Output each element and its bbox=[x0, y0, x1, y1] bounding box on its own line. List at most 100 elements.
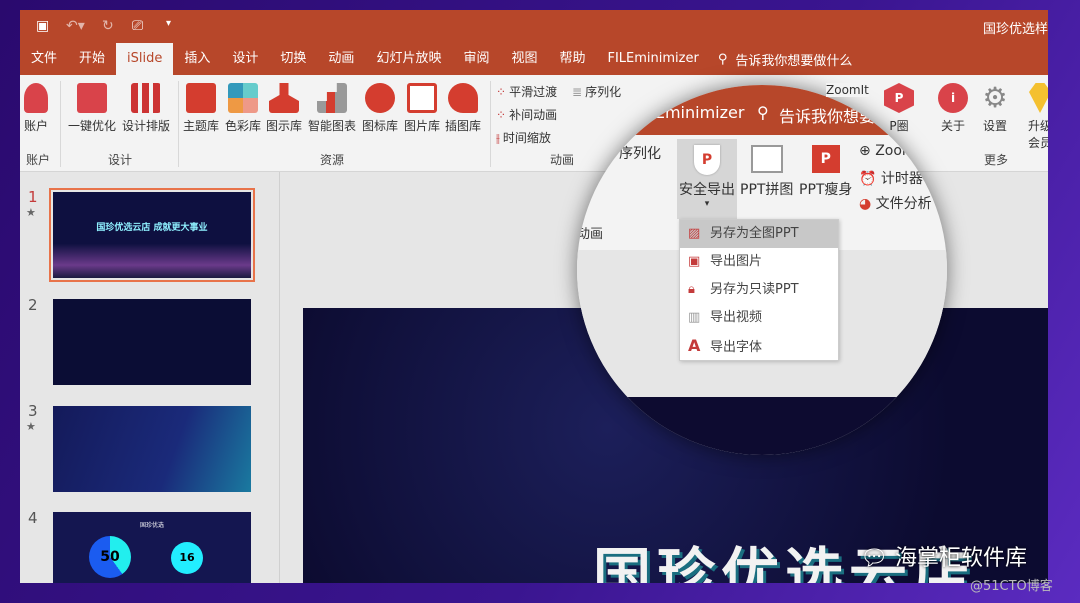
save-icon[interactable]: ▣ bbox=[36, 18, 49, 34]
label: 一键优化 bbox=[68, 119, 117, 133]
compress-icon: P bbox=[811, 145, 840, 173]
menu-item-save-as-image-ppt[interactable]: ▨ 另存为全图PPT bbox=[680, 220, 838, 248]
smart-chart-button[interactable]: 智能图表 bbox=[308, 83, 356, 134]
tween-animation-button[interactable]: ⁘ 补间动画 bbox=[496, 106, 557, 123]
group-animation: 动画 bbox=[550, 153, 575, 167]
label: 插图库 bbox=[445, 119, 482, 133]
group-design: 设计 bbox=[108, 153, 133, 167]
tab-view[interactable]: 视图 bbox=[500, 43, 548, 75]
settings-button[interactable]: ⚙ 设置 bbox=[980, 83, 1010, 134]
timer-button[interactable]: ⏰ 计时器 bbox=[859, 168, 923, 188]
search-icon: ⚲ bbox=[717, 51, 728, 67]
one-click-optimize-button[interactable]: 一键优化 bbox=[68, 83, 116, 134]
slide-number: 3 bbox=[28, 402, 38, 420]
tab-animations[interactable]: 动画 bbox=[317, 43, 365, 75]
film-icon: ▥ bbox=[688, 310, 701, 325]
diamond-icon bbox=[1029, 83, 1048, 113]
diagram-library-button[interactable]: 图示库 bbox=[266, 83, 302, 134]
palette-icon bbox=[228, 83, 258, 113]
stat-circle: 16 bbox=[171, 542, 203, 574]
zoom-button[interactable]: ⊕ Zoom bbox=[859, 143, 916, 159]
search-icon: ⚲ bbox=[757, 103, 769, 122]
ppt-slim-button[interactable]: P PPT瘦身 bbox=[799, 145, 852, 199]
wechat-icon: 💬︎ bbox=[860, 546, 895, 571]
magnified-tab-bar: FILEminimizer ⚲ 告诉我你想要做 bbox=[577, 85, 947, 135]
zoom-icon: ⊕ bbox=[859, 143, 876, 159]
tab-file[interactable]: 文件 bbox=[20, 43, 68, 75]
illustration-library-button[interactable]: 插图库 bbox=[445, 83, 481, 134]
slide-thumbnail-3[interactable] bbox=[53, 406, 251, 492]
group-resources: 资源 bbox=[320, 153, 345, 167]
account-button[interactable]: 账户 bbox=[24, 83, 48, 134]
menu-item-save-read-only[interactable]: 🔒︎ 另存为只读PPT bbox=[680, 276, 838, 304]
tab-home[interactable]: 开始 bbox=[68, 43, 116, 75]
tab-fileminimizer[interactable]: FILEminimizer bbox=[597, 43, 710, 75]
label: 设置 bbox=[982, 119, 1007, 133]
slide-number: 2 bbox=[28, 296, 38, 314]
slide-background bbox=[577, 397, 947, 455]
tell-me-input[interactable]: 告诉我你想要做 bbox=[779, 103, 891, 127]
slide-thumbnail-2[interactable] bbox=[53, 299, 251, 385]
magnifier-callout: FILEminimizer ⚲ 告诉我你想要做 序列化 动画 P 安全导出 ▾ P… bbox=[577, 85, 947, 455]
safe-export-button[interactable]: P 安全导出 ▾ bbox=[677, 139, 737, 219]
menu-item-export-fonts[interactable]: A 导出字体 bbox=[680, 332, 838, 360]
divider bbox=[60, 81, 61, 167]
serialize-button[interactable]: 序列化 bbox=[619, 143, 661, 163]
redo-icon[interactable]: ↻ bbox=[102, 18, 114, 34]
label: 智能图表 bbox=[308, 119, 357, 133]
label: 补间动画 bbox=[509, 108, 558, 122]
ribbon-tabs: 文件 开始 iSlide 插入 设计 切换 动画 幻灯片放映 审阅 视图 帮助 … bbox=[20, 43, 1048, 75]
tab-slideshow[interactable]: 幻灯片放映 bbox=[365, 43, 452, 75]
file-analysis-button[interactable]: ◕ 文件分析 bbox=[859, 193, 932, 213]
tween-icon: ⁘ bbox=[496, 108, 507, 122]
lock-icon: 🔒︎ bbox=[688, 282, 695, 297]
zoomit-button[interactable]: ZoomIt bbox=[826, 83, 869, 97]
label: 图片库 bbox=[404, 119, 441, 133]
picture-library-button[interactable]: 图片库 bbox=[404, 83, 440, 134]
tab-design[interactable]: 设计 bbox=[221, 43, 269, 75]
smooth-transition-button[interactable]: ⁘ 平滑过渡 bbox=[496, 83, 557, 100]
time-scale-icon: ⫲ bbox=[496, 131, 500, 145]
tab-review[interactable]: 审阅 bbox=[452, 43, 500, 75]
shield-icon: P bbox=[694, 145, 720, 175]
menu-item-export-images[interactable]: ▣ 导出图片 bbox=[680, 248, 838, 276]
design-layout-button[interactable]: 设计排版 bbox=[122, 83, 170, 134]
slide-thumbnail-panel[interactable]: 1 ★ 国珍优选云店 成就更大事业 2 3 ★ 4 国珍优选 50 16 bbox=[20, 172, 280, 583]
picture-icon bbox=[407, 83, 437, 113]
slide-thumbnail-1[interactable]: 国珍优选云店 成就更大事业 bbox=[49, 188, 255, 282]
tab-insert[interactable]: 插入 bbox=[173, 43, 221, 75]
slide-number: 1 bbox=[28, 188, 38, 206]
ppt-collage-button[interactable]: PPT拼图 bbox=[740, 145, 793, 199]
label: PPT拼图 bbox=[740, 182, 794, 198]
tab-transitions[interactable]: 切换 bbox=[269, 43, 317, 75]
title-bar: ▣ ↶▾ ↻ ⎚ ▾ 国珍优选样 bbox=[20, 10, 1048, 43]
theme-library-button[interactable]: 主题库 bbox=[183, 83, 219, 134]
document-title: 国珍优选样 bbox=[982, 22, 1048, 37]
picture-icon: ▣ bbox=[688, 254, 701, 269]
image-icon: ▨ bbox=[688, 226, 701, 241]
present-icon[interactable]: ⎚ bbox=[132, 18, 143, 34]
label: 另存为只读PPT bbox=[710, 282, 799, 297]
time-scale-button[interactable]: ⫲ 时间缩放 bbox=[496, 129, 551, 146]
customize-icon[interactable]: ▾ bbox=[166, 18, 171, 29]
color-library-button[interactable]: 色彩库 bbox=[225, 83, 261, 134]
smooth-icon: ⁘ bbox=[496, 85, 507, 99]
thumb-title: 国珍优选云店 成就更大事业 bbox=[96, 223, 208, 233]
undo-icon[interactable]: ↶▾ bbox=[66, 18, 85, 34]
upgrade-button[interactable]: 升级会员 bbox=[1028, 83, 1048, 151]
tab-fileminimizer[interactable]: FILEminimizer bbox=[632, 103, 744, 122]
tab-help[interactable]: 帮助 bbox=[548, 43, 596, 75]
label: 导出视频 bbox=[710, 310, 763, 325]
label: 文件分析 bbox=[875, 196, 932, 212]
menu-item-export-video[interactable]: ▥ 导出视频 bbox=[680, 304, 838, 332]
slide-thumbnail-4[interactable]: 国珍优选 50 16 bbox=[53, 512, 251, 583]
group-account: 账户 bbox=[26, 153, 51, 167]
tab-islide[interactable]: iSlide bbox=[116, 43, 174, 75]
tell-me-input[interactable]: 告诉我你想要做什么 bbox=[735, 50, 852, 69]
label: 图标库 bbox=[362, 119, 399, 133]
serialize-button[interactable]: ≣ 序列化 bbox=[572, 83, 622, 100]
label: 序列化 bbox=[585, 85, 622, 99]
label: 色彩库 bbox=[225, 119, 262, 133]
watermark: 💬︎ 海掌柜软件库 bbox=[860, 540, 1027, 572]
icon-library-button[interactable]: 图标库 bbox=[362, 83, 398, 134]
